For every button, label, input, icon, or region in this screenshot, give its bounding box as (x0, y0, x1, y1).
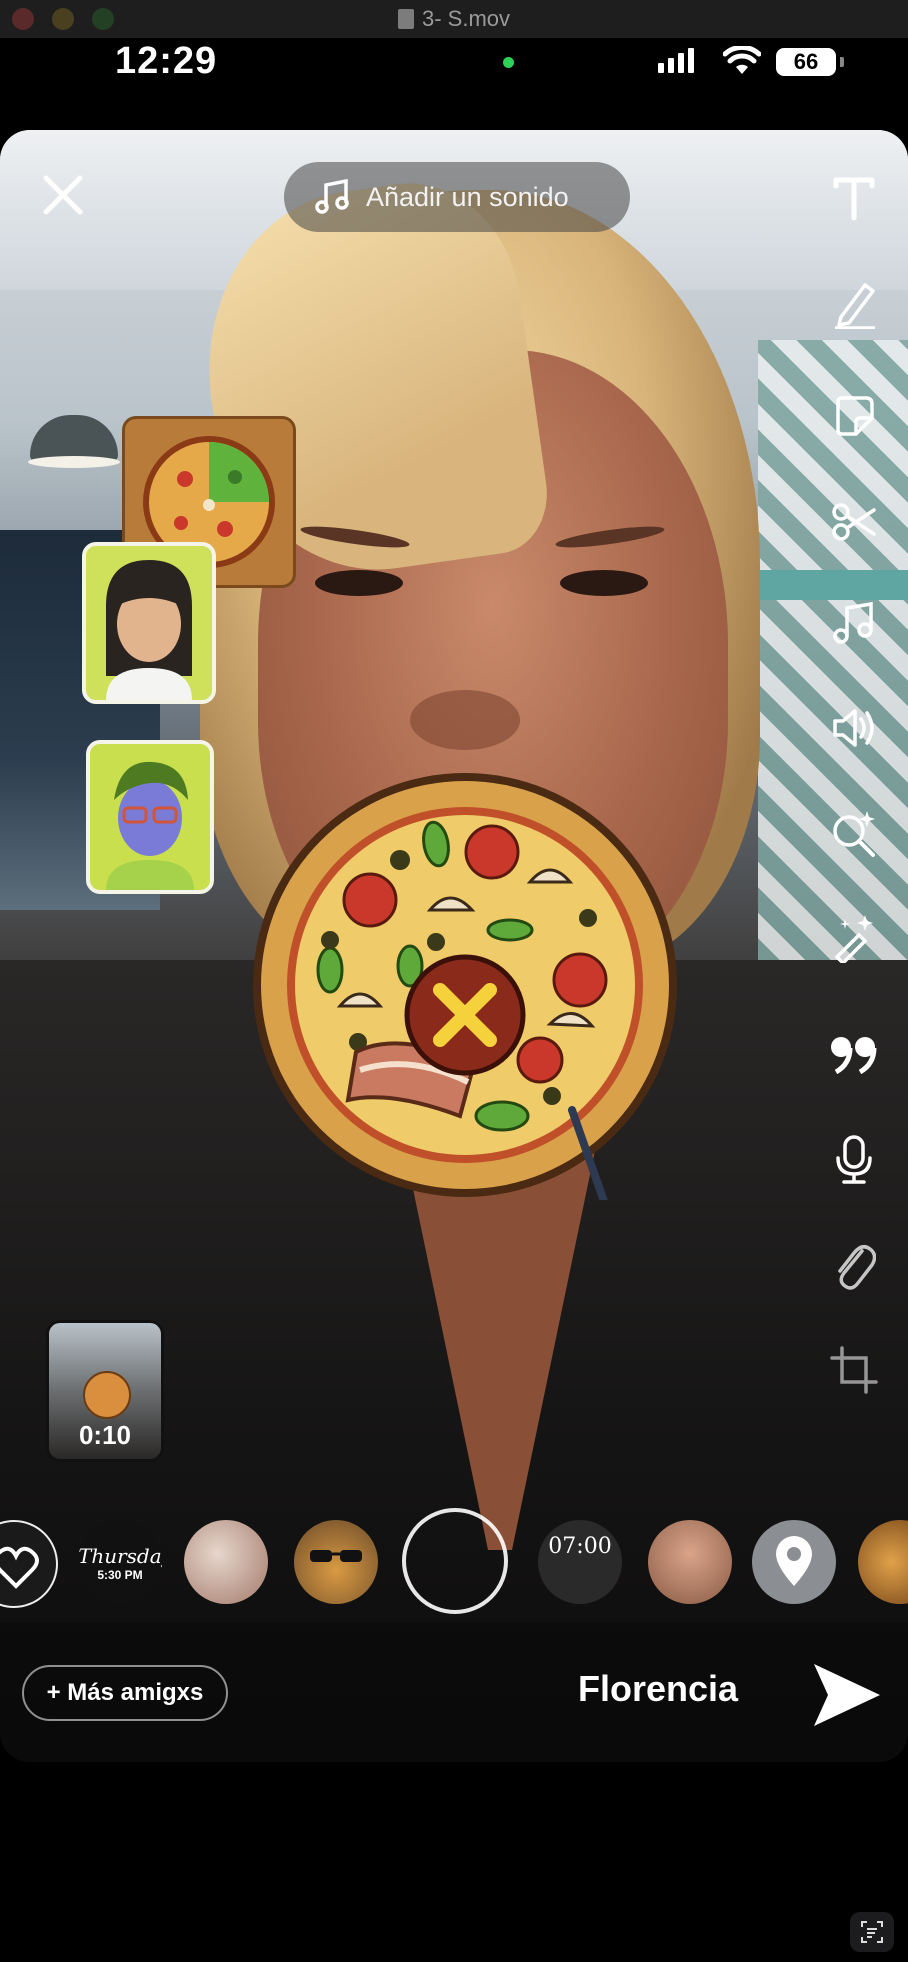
draw-tool-button[interactable] (826, 276, 882, 332)
lens-guinea-pig[interactable] (294, 1520, 378, 1604)
lens-clock[interactable]: 07:00 (538, 1520, 622, 1604)
subject-nose (410, 690, 520, 750)
lens-food[interactable] (184, 1520, 268, 1604)
pizza-lens-overlay[interactable] (250, 770, 680, 1200)
send-icon[interactable] (810, 1660, 884, 1730)
live-text-icon[interactable] (850, 1912, 894, 1952)
window-titlebar: 3- S.mov (0, 0, 908, 38)
lens-face[interactable] (648, 1520, 732, 1604)
music-tool-button[interactable] (826, 594, 882, 650)
lens-clock-text: 07:00 (548, 1534, 612, 1559)
crop-icon (830, 1346, 878, 1394)
voice-tool-button[interactable] (826, 1132, 882, 1188)
attach-tool-button[interactable] (826, 1238, 882, 1294)
avatar-icon (106, 761, 194, 890)
volume-tool-button[interactable] (826, 700, 882, 756)
scissors-icon (832, 503, 876, 541)
camera-in-use-indicator (503, 57, 514, 68)
capture-button[interactable] (402, 1508, 508, 1614)
text-tool-button[interactable] (826, 170, 882, 226)
cellular-signal-icon (658, 48, 694, 73)
quote-tool-button[interactable] (826, 1026, 882, 1082)
music-note-icon (315, 178, 349, 214)
sticker-icon (836, 396, 874, 436)
add-sound-button[interactable]: Añadir un sonido (284, 162, 630, 232)
document-icon (397, 9, 414, 29)
location-pin-icon (776, 1536, 812, 1586)
quote-icon (831, 1037, 877, 1074)
text-scan-icon (861, 1921, 883, 1943)
close-icon[interactable] (38, 170, 88, 220)
volume-icon (833, 709, 874, 747)
thumbnail-pizza (83, 1371, 131, 1419)
lens-search-icon (833, 811, 875, 857)
status-bar: 12:29 66 (0, 38, 908, 128)
scissors-tool-button[interactable] (826, 494, 882, 550)
wifi-icon (723, 46, 761, 74)
recipient-name[interactable]: Florencia (578, 1668, 738, 1710)
bitmoji-sticker-2[interactable] (86, 740, 214, 894)
avatar-icon (106, 560, 192, 700)
lens-thursday-text: Thursday (78, 1544, 162, 1568)
sticker-tool-button[interactable] (826, 388, 882, 444)
pencil-icon (835, 283, 875, 329)
thumbnail-duration: 0:10 (78, 1420, 132, 1450)
subject-eye-right (560, 570, 648, 596)
lens-thursday[interactable]: Thursday 5:30 PM (78, 1520, 162, 1604)
sunglasses-icon (310, 1550, 362, 1562)
subject-eye-left (315, 570, 403, 596)
background-lamp (30, 415, 118, 461)
snap-preview: Añadir un sonido 0:10 Thursda 5:30 PM 07… (0, 130, 908, 1762)
more-friends-button[interactable]: + Más amigxs (22, 1665, 228, 1721)
music-icon (833, 601, 873, 644)
paperclip-icon (838, 1245, 876, 1290)
snap-thumbnail[interactable]: 0:10 (46, 1320, 164, 1462)
crop-tool-button[interactable] (826, 1342, 882, 1398)
add-sound-label: Añadir un sonido (366, 181, 569, 212)
battery-indicator: 66 (776, 48, 836, 76)
bitmoji-sticker-1[interactable] (82, 542, 216, 704)
lens-thursday-time: 5:30 PM (97, 1568, 143, 1582)
background-lamp-light (28, 456, 120, 468)
microphone-icon (836, 1135, 872, 1184)
battery-tip (840, 57, 844, 67)
magic-tool-button[interactable] (826, 910, 882, 966)
lens-search-button[interactable] (826, 806, 882, 862)
text-icon (833, 177, 875, 221)
lens-location[interactable] (752, 1520, 836, 1604)
magic-wand-icon (834, 915, 873, 963)
window-title: 3- S.mov (0, 6, 908, 32)
status-time: 12:29 (115, 40, 218, 82)
